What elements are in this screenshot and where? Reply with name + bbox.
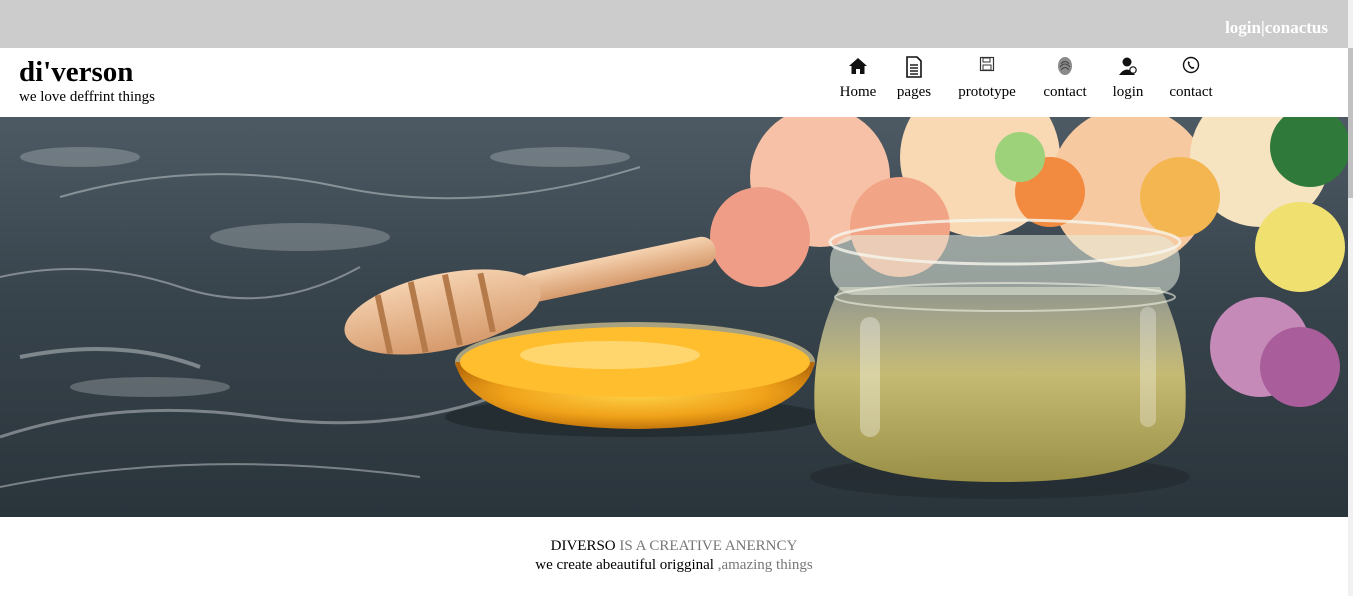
intro-sub-rest: ,amazing things xyxy=(713,557,813,573)
intro-heading: DIVERSO IS A CREATIVE ANERNCY xyxy=(0,538,1348,555)
nav-item-home[interactable]: Home xyxy=(832,56,884,101)
user-icon xyxy=(1110,56,1146,80)
nav-item-contact-phone[interactable]: contact xyxy=(1166,56,1216,101)
scrollbar-thumb[interactable] xyxy=(1348,48,1353,198)
page-scrollbar[interactable] xyxy=(1348,0,1353,596)
brand: di'verson we love deffrint things xyxy=(19,55,155,106)
intro-brand: DIVERSO xyxy=(550,538,616,554)
top-bar: login|conactus xyxy=(0,0,1348,48)
intro-section: DIVERSO IS A CREATIVE ANERNCY we create … xyxy=(0,538,1348,574)
nav-label-contact: contact xyxy=(1043,84,1087,100)
intro-heading-rest: IS A CREATIVE ANERNCY xyxy=(615,538,798,554)
phone-icon xyxy=(1166,56,1216,80)
intro-subheading: we create abeautiful origginal ,amazing … xyxy=(0,557,1348,574)
fingerprint-icon xyxy=(1040,56,1090,80)
nav-label-contact-phone: contact xyxy=(1169,84,1213,100)
honey-photo-illustration xyxy=(0,117,1348,499)
nav-item-prototype[interactable]: prototype xyxy=(954,56,1020,101)
nav-item-login[interactable]: login xyxy=(1110,56,1146,101)
nav-label-prototype: prototype xyxy=(958,84,1016,100)
floppy-disk-icon xyxy=(954,56,1020,80)
site-tagline: we love deffrint things xyxy=(19,89,155,105)
top-contact-link[interactable]: conactus xyxy=(1265,18,1328,37)
nav-label-login: login xyxy=(1112,84,1144,100)
top-links: login|conactus xyxy=(1225,18,1328,38)
nav-label-home: Home xyxy=(839,84,877,100)
nav-item-contact[interactable]: contact xyxy=(1040,56,1090,101)
document-icon xyxy=(894,56,934,80)
intro-sub-main: we create abeautiful origginal xyxy=(535,557,714,573)
home-icon xyxy=(832,56,884,80)
nav-item-pages[interactable]: pages xyxy=(894,56,934,101)
top-login-link[interactable]: login xyxy=(1225,18,1261,37)
site-title[interactable]: di'verson xyxy=(19,55,155,89)
hero-image xyxy=(0,117,1348,517)
nav-label-pages: pages xyxy=(896,84,932,100)
